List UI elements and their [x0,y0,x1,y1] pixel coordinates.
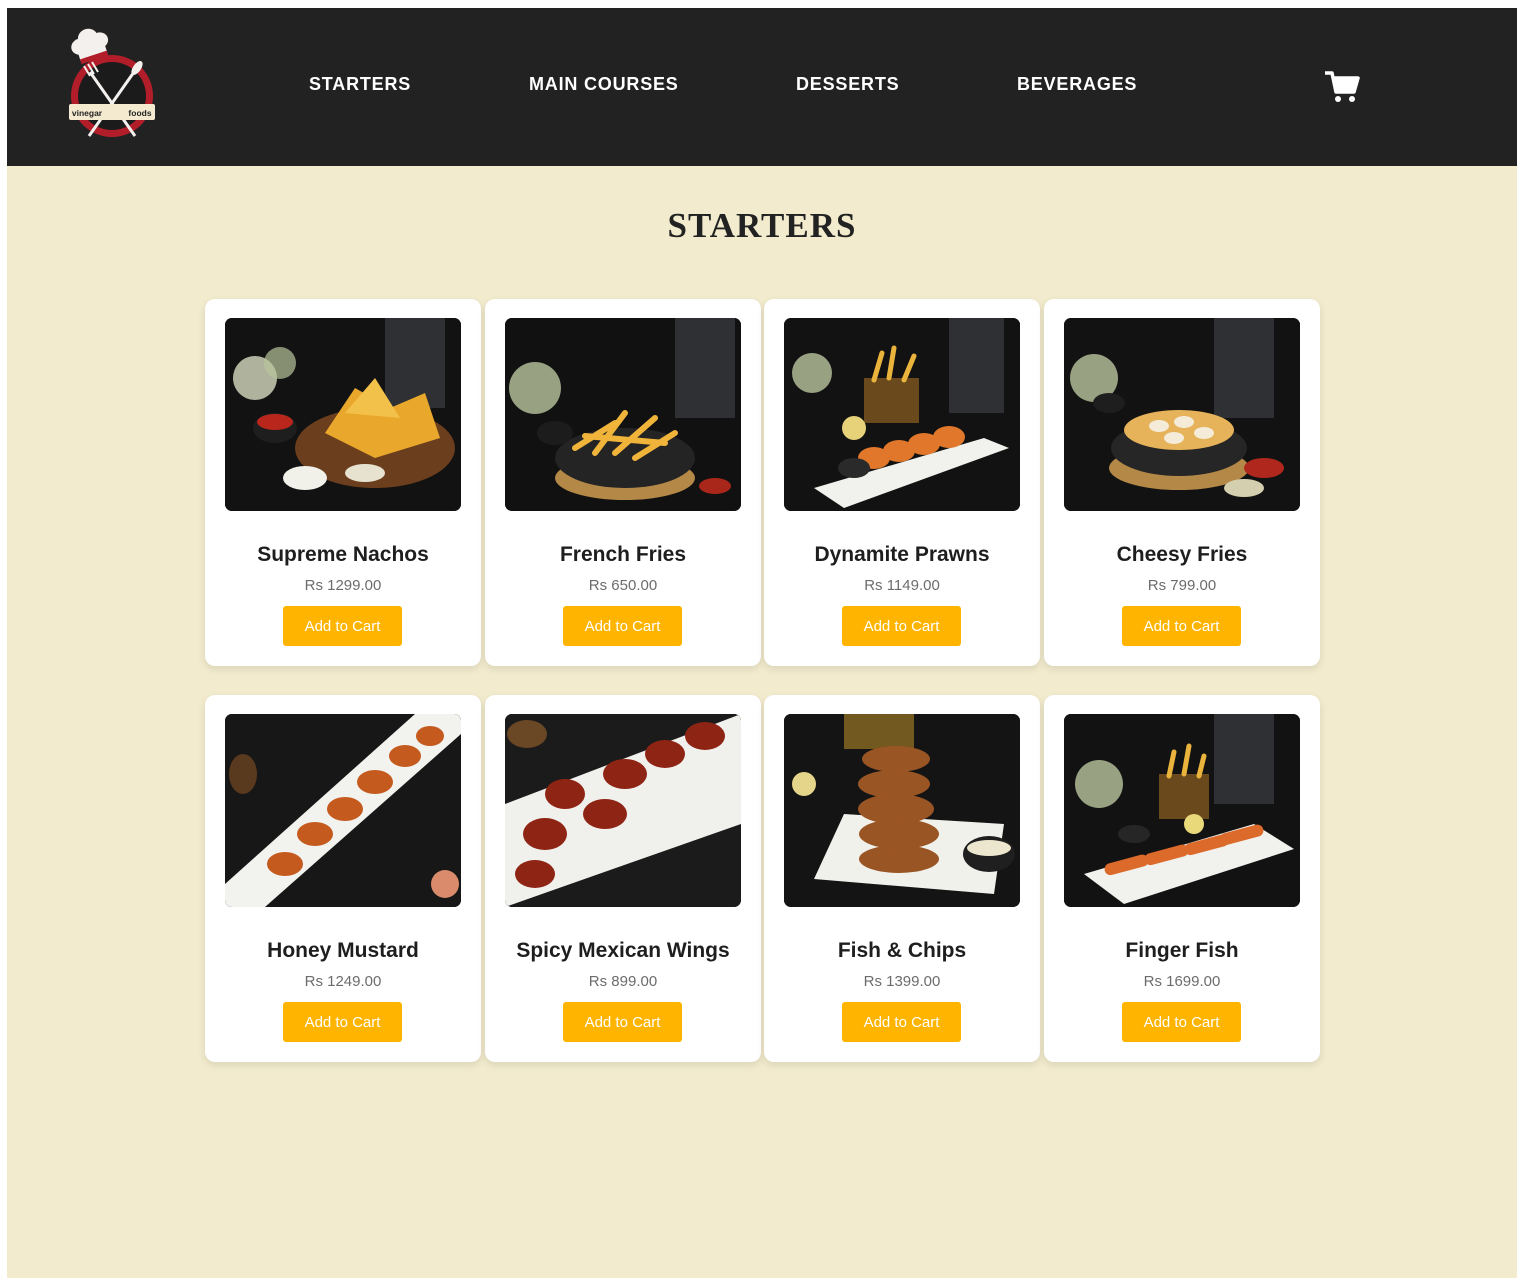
product-name: Fish & Chips [837,939,967,962]
nav-main-courses[interactable]: MAIN COURSES [529,74,679,95]
add-to-cart-button[interactable]: Add to Cart [842,1002,961,1042]
product-name: Honey Mustard [267,939,419,962]
nav-beverages[interactable]: BEVERAGES [1017,74,1137,95]
product-image [784,714,1020,907]
product-image [1064,318,1300,511]
product-card-dynamite-prawns: Dynamite Prawns Rs 1149.00 Add to Cart [764,299,1040,666]
product-card-fish-and-chips: Fish & Chips Rs 1399.00 Add to Cart [764,695,1040,1062]
navbar: vinegar foods STARTERS MAIN COURSES DESS… [7,8,1517,166]
page-frame: vinegar foods STARTERS MAIN COURSES DESS… [7,8,1517,1278]
product-price: Rs 1149.00 [864,577,940,594]
product-name: Dynamite Prawns [814,543,990,566]
add-to-cart-button[interactable]: Add to Cart [1122,606,1241,646]
logo-text-right: foods [128,108,151,118]
page-title: STARTERS [667,206,857,245]
product-price: Rs 650.00 [588,577,658,594]
product-image [505,714,741,907]
product-card-spicy-mexican-wings: Spicy Mexican Wings Rs 899.00 Add to Car… [485,695,761,1062]
product-image [505,318,741,511]
add-to-cart-button[interactable]: Add to Cart [563,1002,682,1042]
add-to-cart-button[interactable]: Add to Cart [842,606,961,646]
product-price: Rs 1399.00 [863,973,941,990]
product-price: Rs 899.00 [588,973,658,990]
nav-starters[interactable]: STARTERS [309,74,411,95]
product-name: Finger Fish [1125,939,1239,962]
product-card-honey-mustard: Honey Mustard Rs 1249.00 Add to Cart [205,695,481,1062]
shopping-cart-icon [1325,71,1360,102]
product-name: French Fries [559,543,687,566]
add-to-cart-button[interactable]: Add to Cart [563,606,682,646]
product-image [784,318,1020,511]
add-to-cart-button[interactable]: Add to Cart [283,1002,402,1042]
product-image [225,318,461,511]
product-price: Rs 1699.00 [1143,973,1221,990]
product-price: Rs 799.00 [1147,577,1217,594]
cart-button[interactable] [1323,70,1361,104]
add-to-cart-button[interactable]: Add to Cart [283,606,402,646]
product-price: Rs 1249.00 [304,973,382,990]
product-image [225,714,461,907]
logo-text-left: vinegar [72,108,103,118]
product-name: Supreme Nachos [257,543,429,566]
product-card-french-fries: French Fries Rs 650.00 Add to Cart [485,299,761,666]
nav-desserts[interactable]: DESSERTS [796,74,899,95]
product-card-finger-fish: Finger Fish Rs 1699.00 Add to Cart [1044,695,1320,1062]
product-card-supreme-nachos: Supreme Nachos Rs 1299.00 Add to Cart [205,299,481,666]
product-grid: Supreme Nachos Rs 1299.00 Add to Cart Fr… [205,299,1321,1063]
add-to-cart-button[interactable]: Add to Cart [1122,1002,1241,1042]
product-price: Rs 1299.00 [304,577,382,594]
product-card-cheesy-fries: Cheesy Fries Rs 799.00 Add to Cart [1044,299,1320,666]
product-name: Spicy Mexican Wings [516,939,730,962]
product-image [1064,714,1300,907]
product-name: Cheesy Fries [1116,543,1248,566]
brand-logo[interactable]: vinegar foods [57,26,161,144]
logo-emblem-icon: vinegar foods [69,28,155,137]
